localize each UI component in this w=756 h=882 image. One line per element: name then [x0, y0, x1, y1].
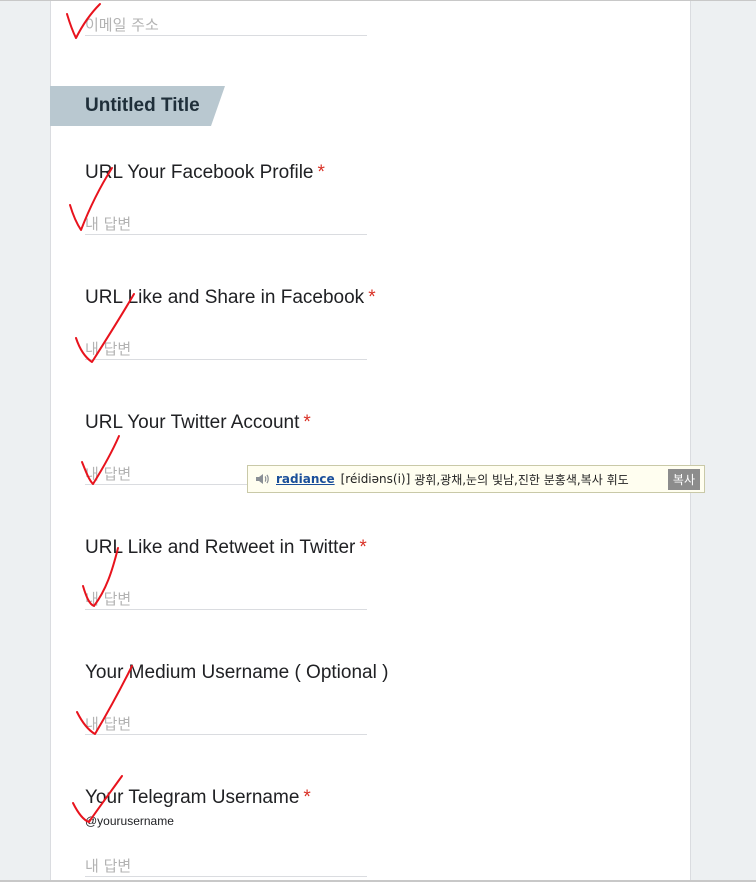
question-text: Your Telegram Username: [85, 787, 300, 808]
answer-input-underline: [85, 234, 367, 235]
question-label: URL Your Twitter Account *: [85, 412, 311, 434]
answer-input[interactable]: 내 답변: [85, 855, 131, 876]
pronunciation: [réidiəns(i)]: [340, 472, 411, 486]
section-title: Untitled Title: [85, 95, 200, 116]
question-text: Your Medium Username ( Optional ): [85, 662, 389, 683]
dictionary-popup: radiance [réidiəns(i)] 광휘,광채,눈의 빛남,진한 분홍…: [247, 465, 705, 493]
email-input-underline: [85, 35, 367, 36]
answer-input-underline: [85, 359, 367, 360]
question-label: Your Medium Username ( Optional ): [85, 662, 388, 684]
required-asterisk: *: [359, 537, 367, 558]
question-text: URL Like and Retweet in Twitter: [85, 537, 356, 558]
form-card: [50, 1, 691, 880]
answer-input[interactable]: 내 답변: [85, 713, 131, 734]
question-text: URL Your Twitter Account: [85, 412, 300, 433]
question-label: URL Like and Share in Facebook *: [85, 287, 376, 309]
required-asterisk: *: [303, 787, 311, 808]
question-text: URL Your Facebook Profile: [85, 162, 314, 183]
answer-input-underline: [85, 876, 367, 877]
speaker-icon[interactable]: [254, 471, 270, 487]
helper-text: @yourusername: [85, 814, 174, 828]
question-label: Your Telegram Username *: [85, 787, 311, 809]
copy-button[interactable]: 복사: [667, 468, 700, 490]
question-label: URL Your Facebook Profile *: [85, 162, 325, 184]
required-asterisk: *: [317, 162, 325, 183]
question-text: URL Like and Share in Facebook: [85, 287, 365, 308]
answer-input-underline: [85, 609, 367, 610]
question-label: URL Like and Retweet in Twitter *: [85, 537, 367, 559]
required-asterisk: *: [303, 412, 311, 433]
email-input[interactable]: 이메일 주소: [85, 14, 159, 35]
word-meaning: 광휘,광채,눈의 빛남,진한 분홍색,복사 휘도: [414, 472, 629, 487]
answer-input[interactable]: 내 답변: [85, 213, 131, 234]
answer-input[interactable]: 내 답변: [85, 463, 131, 484]
answer-input-underline: [85, 734, 367, 735]
dictionary-word-link[interactable]: radiance: [276, 472, 335, 486]
answer-input[interactable]: 내 답변: [85, 588, 131, 609]
required-asterisk: *: [368, 287, 376, 308]
answer-input[interactable]: 내 답변: [85, 338, 131, 359]
